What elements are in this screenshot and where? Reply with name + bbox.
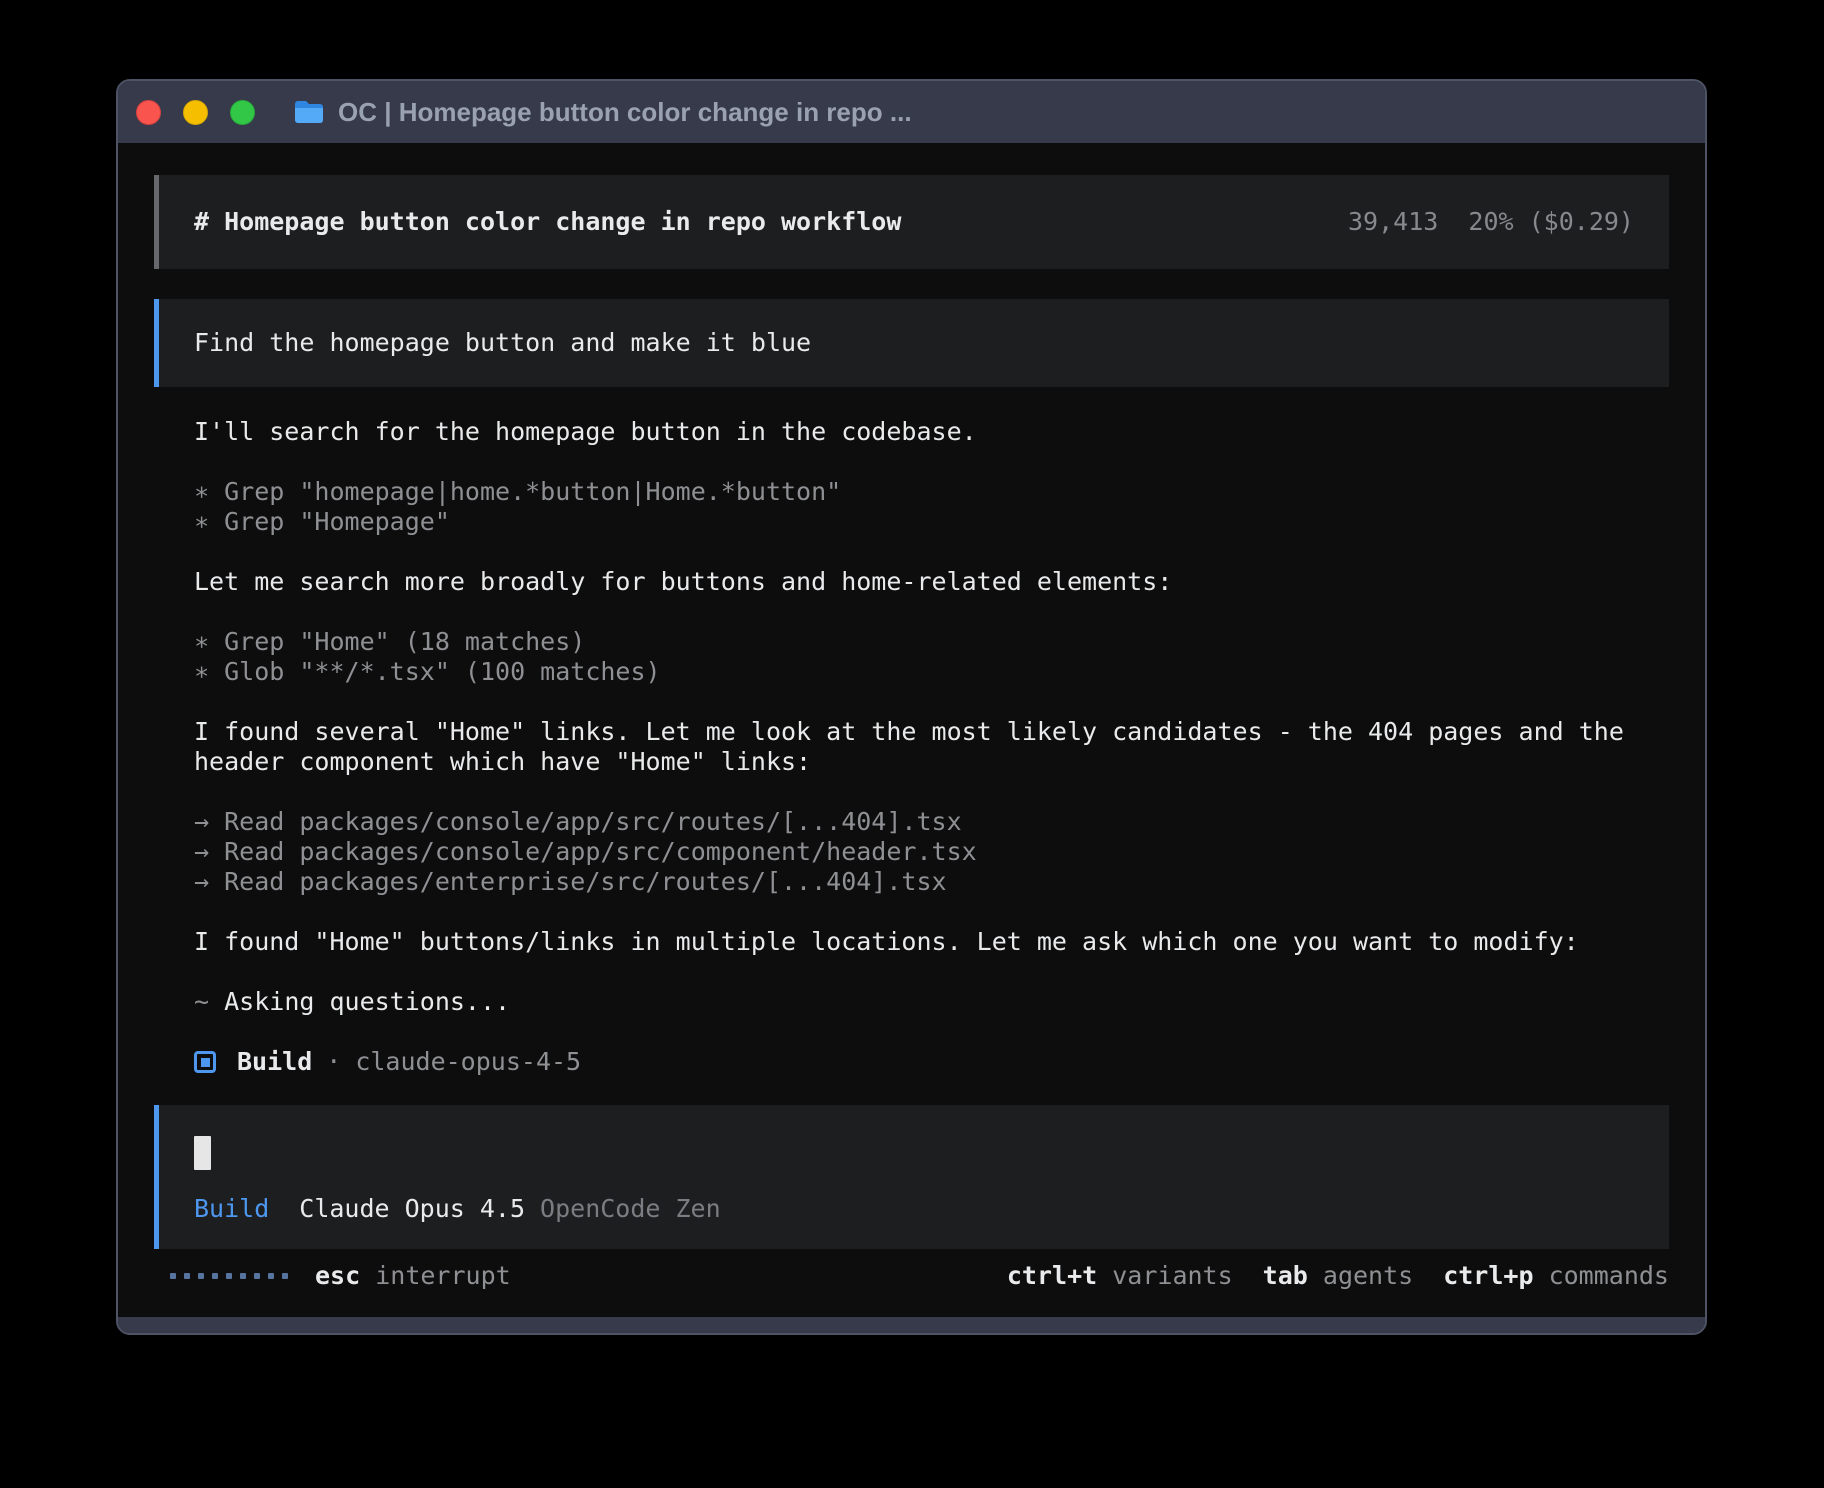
spinner-dot <box>184 1273 190 1279</box>
transcript-line-spacer <box>194 597 1654 627</box>
hint-key: ctrl+p <box>1443 1261 1533 1290</box>
transcript-line-tool: ∗ Grep "homepage|home.*button|Home.*butt… <box>194 477 1654 507</box>
agent-status-row: Build · claude-opus-4-5 <box>194 1047 1669 1077</box>
composer-agent[interactable]: Build <box>194 1194 269 1224</box>
transcript-line-activity: ~ Asking questions... <box>194 987 1654 1017</box>
titlebar: OC | Homepage button color change in rep… <box>118 81 1705 143</box>
separator-dot: · <box>326 1047 341 1077</box>
agent-badge-icon <box>194 1051 216 1073</box>
transcript-line-tool: → Read packages/console/app/src/componen… <box>194 837 1654 867</box>
hint-key: ctrl+t <box>1007 1261 1097 1290</box>
spinner-dot <box>198 1273 204 1279</box>
user-message-text: Find the homepage button and make it blu… <box>194 328 811 358</box>
spinner-dot <box>170 1273 176 1279</box>
hint-key: esc <box>315 1261 360 1290</box>
terminal-window: OC | Homepage button color change in rep… <box>116 79 1707 1335</box>
hints-right: ctrl+t variants tab agents ctrl+p commands <box>1007 1261 1669 1291</box>
transcript-line-tool: ∗ Grep "Homepage" <box>194 507 1654 537</box>
agent-name: Build <box>237 1047 312 1077</box>
session-stats: 39,413 20% ($0.29) <box>1348 207 1634 237</box>
session-header: # Homepage button color change in repo w… <box>154 175 1669 269</box>
transcript-line-tool: ∗ Glob "**/*.tsx" (100 matches) <box>194 657 1654 687</box>
token-count: 39,413 <box>1348 207 1438 236</box>
window-bottom-strip <box>118 1317 1705 1333</box>
close-button[interactable] <box>136 100 161 125</box>
composer-meta: Build Claude Opus 4.5 OpenCode Zen <box>194 1194 1634 1224</box>
spinner-dot <box>226 1273 232 1279</box>
spinner-dot <box>212 1273 218 1279</box>
title-group: OC | Homepage button color change in rep… <box>293 97 912 128</box>
transcript-line-text: I found "Home" buttons/links in multiple… <box>194 927 1654 957</box>
spinner-dots <box>170 1273 288 1279</box>
transcript-line-tool: → Read packages/enterprise/src/routes/[.… <box>194 867 1654 897</box>
hint-label: variants <box>1112 1261 1232 1290</box>
transcript-line-text: Let me search more broadly for buttons a… <box>194 567 1654 597</box>
transcript-line-spacer <box>194 777 1654 807</box>
transcript-line-text: I'll search for the homepage button in t… <box>194 417 1654 447</box>
transcript-line-spacer <box>194 897 1654 927</box>
transcript-line-spacer <box>194 537 1654 567</box>
composer-provider: OpenCode Zen <box>540 1194 721 1224</box>
window-controls <box>136 100 255 125</box>
minimize-button[interactable] <box>183 100 208 125</box>
key-hint-agents: tab agents <box>1263 1261 1414 1291</box>
transcript-line-tool: → Read packages/console/app/src/routes/[… <box>194 807 1654 837</box>
transcript-line-text: I found several "Home" links. Let me loo… <box>194 717 1654 777</box>
composer[interactable]: Build Claude Opus 4.5 OpenCode Zen <box>154 1105 1669 1249</box>
key-hint-commands: ctrl+p commands <box>1443 1261 1669 1291</box>
activity-prefix: ~ <box>194 987 209 1016</box>
key-hint-interrupt: esc interrupt <box>315 1261 511 1291</box>
transcript-line-spacer <box>194 957 1654 987</box>
agent-model: claude-opus-4-5 <box>355 1047 581 1077</box>
text-cursor <box>194 1136 211 1170</box>
spinner-dot <box>268 1273 274 1279</box>
spinner-dot <box>282 1273 288 1279</box>
transcript-line-spacer <box>194 687 1654 717</box>
hint-key: tab <box>1263 1261 1308 1290</box>
hint-label: agents <box>1323 1261 1413 1290</box>
window-title: OC | Homepage button color change in rep… <box>338 97 912 128</box>
status-bar: esc interrupt ctrl+t variantstab agentsc… <box>154 1261 1669 1291</box>
spinner-dot <box>240 1273 246 1279</box>
terminal-content: # Homepage button color change in repo w… <box>118 143 1705 1317</box>
hint-label: interrupt <box>375 1261 510 1290</box>
composer-model[interactable]: Claude Opus 4.5 <box>299 1194 525 1224</box>
maximize-button[interactable] <box>230 100 255 125</box>
hints-left: esc interrupt <box>315 1261 511 1291</box>
spinner-dot <box>254 1273 260 1279</box>
user-message: Find the homepage button and make it blu… <box>154 299 1669 387</box>
transcript: I'll search for the homepage button in t… <box>194 417 1654 1017</box>
transcript-line-spacer <box>194 447 1654 477</box>
transcript-line-tool: ∗ Grep "Home" (18 matches) <box>194 627 1654 657</box>
folder-icon <box>293 99 325 125</box>
session-title: # Homepage button color change in repo w… <box>194 207 901 237</box>
hint-label: commands <box>1549 1261 1669 1290</box>
context-usage: 20% ($0.29) <box>1468 207 1634 236</box>
key-hint-variants: ctrl+t variants <box>1007 1261 1233 1291</box>
